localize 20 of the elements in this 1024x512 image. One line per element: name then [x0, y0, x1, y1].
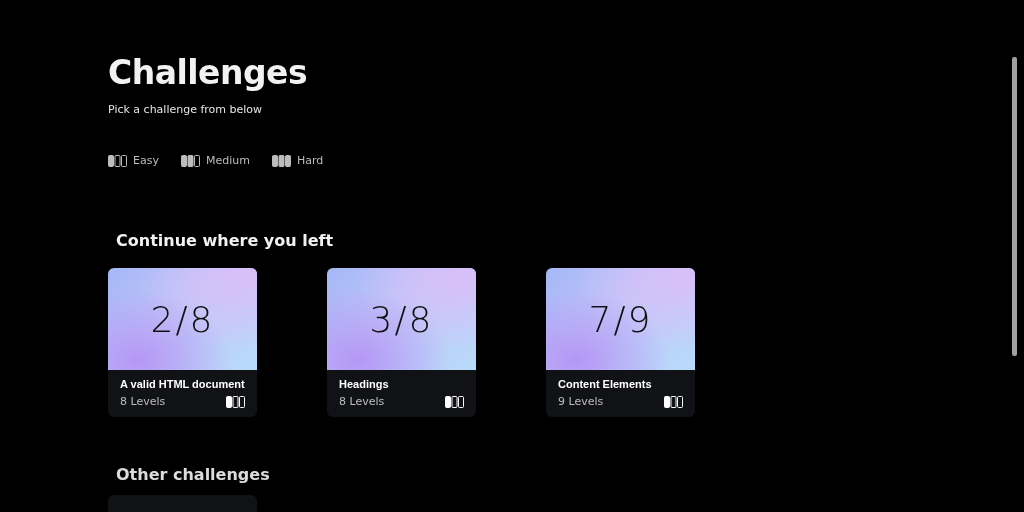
page-subtitle: Pick a challenge from below: [108, 103, 264, 116]
legend-label: Medium: [205, 154, 250, 167]
challenge-name: A valid HTML document: [120, 378, 245, 390]
legend-label: Easy: [133, 154, 159, 167]
scrollbar-thumb[interactable]: [1012, 57, 1017, 356]
challenge-name: Headings: [339, 378, 390, 390]
progress-count: 2/8: [150, 298, 215, 340]
challenge-card[interactable]: 2/8 A valid HTML document 8 Levels: [108, 268, 257, 417]
level-count: 9 Levels: [558, 395, 604, 408]
level-count: 8 Levels: [120, 395, 166, 408]
page-title: Challenges: [108, 53, 309, 93]
challenge-name: Content Elements: [558, 378, 653, 390]
section-heading: Other challenges: [116, 465, 271, 485]
challenge-card[interactable]: 7/9 Content Elements 9 Levels: [546, 268, 695, 417]
progress-count: 7/9: [588, 298, 653, 340]
level-count: 8 Levels: [339, 395, 385, 408]
section-heading: Continue where you left: [116, 231, 335, 251]
progress-count: 3/8: [369, 298, 434, 340]
challenge-card[interactable]: 3/8 Headings 8 Levels: [327, 268, 476, 417]
legend-label: Hard: [296, 154, 324, 167]
